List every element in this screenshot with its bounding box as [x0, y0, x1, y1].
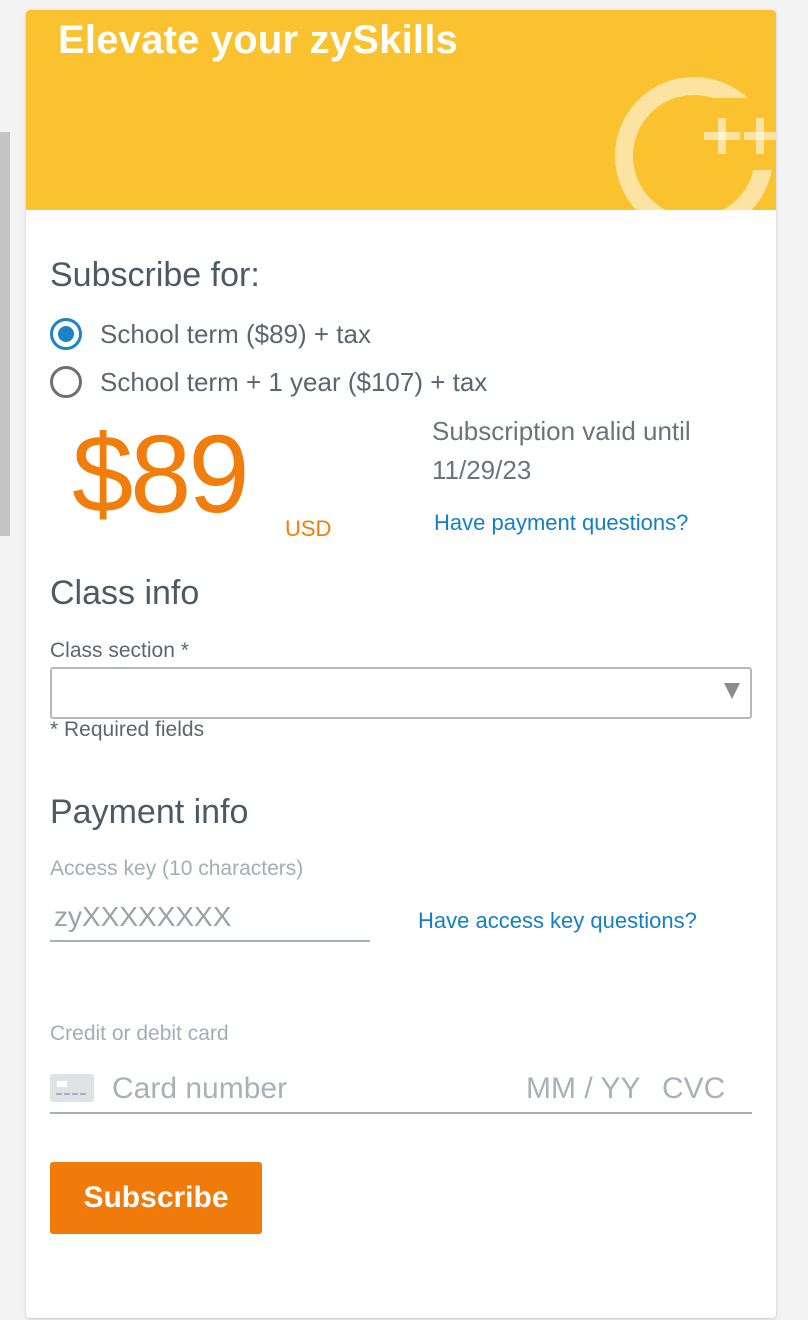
- cvc-input[interactable]: CVC: [662, 1072, 725, 1106]
- payment-info-heading: Payment info: [50, 793, 249, 831]
- radio-selected-icon[interactable]: [50, 318, 82, 350]
- option-label: School term ($89) + tax: [100, 318, 371, 349]
- subscribe-heading: Subscribe for:: [50, 256, 260, 294]
- class-section-label: Class section *: [50, 639, 189, 662]
- class-section-select[interactable]: [50, 667, 752, 719]
- price-amount: $89: [72, 413, 250, 536]
- card-input-row: MM / YY CVC: [50, 1066, 752, 1114]
- subscription-valid-text: Subscription valid until 11/29/23: [432, 416, 691, 485]
- subscription-card: Elevate your zySkills Subscribe for: Sch…: [26, 10, 776, 1318]
- access-key-input[interactable]: [50, 894, 370, 942]
- card-number-input[interactable]: [112, 1066, 492, 1112]
- option-school-term-plus-year[interactable]: School term + 1 year ($107) + tax: [50, 365, 487, 399]
- price-currency: USD: [285, 516, 332, 541]
- required-fields-note: * Required fields: [50, 718, 205, 741]
- subscribe-button[interactable]: Subscribe: [50, 1162, 262, 1234]
- window-edge: [0, 132, 10, 536]
- option-label: School term + 1 year ($107) + tax: [100, 366, 488, 397]
- class-info-heading: Class info: [50, 574, 200, 612]
- access-key-questions-link[interactable]: Have access key questions?: [418, 908, 697, 934]
- radio-unselected-icon[interactable]: [50, 366, 82, 398]
- dropdown-arrow-icon: [724, 683, 740, 699]
- credit-card-icon: [50, 1074, 94, 1102]
- option-school-term[interactable]: School term ($89) + tax: [50, 317, 371, 351]
- expiry-input[interactable]: MM / YY: [526, 1072, 640, 1106]
- card-label: Credit or debit card: [50, 1022, 229, 1045]
- header-banner: Elevate your zySkills: [26, 10, 776, 210]
- banner-title: Elevate your zySkills: [58, 18, 458, 62]
- access-key-label: Access key (10 characters): [50, 857, 304, 880]
- payment-questions-link[interactable]: Have payment questions?: [434, 510, 688, 536]
- cpp-logo-icon: [615, 77, 776, 210]
